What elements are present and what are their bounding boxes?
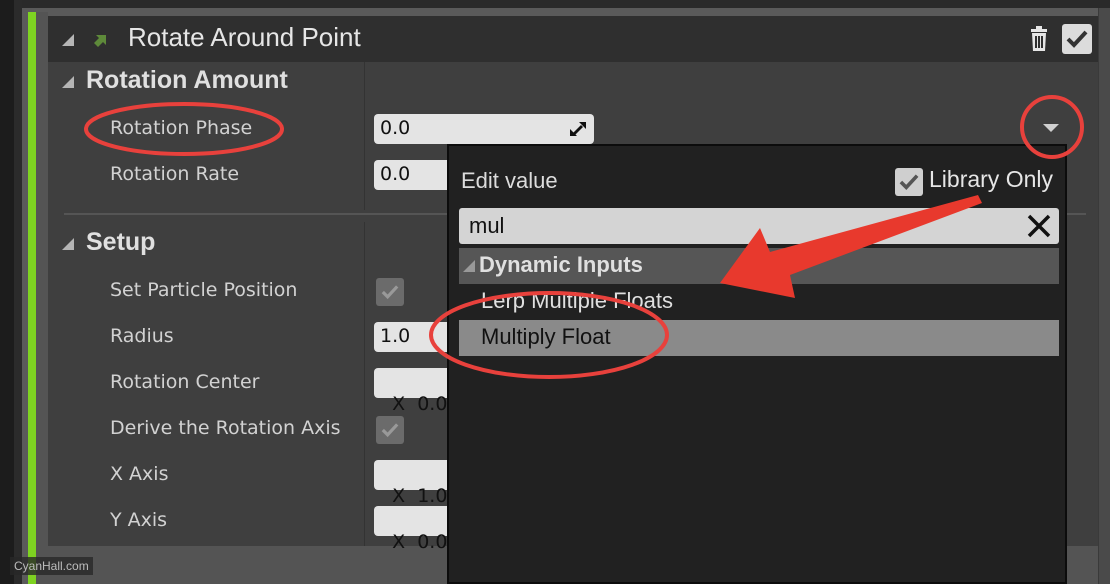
set-particle-position-checkbox[interactable]	[376, 278, 404, 306]
popup-title: Edit value	[461, 168, 558, 193]
scrollbar-track[interactable]	[1098, 8, 1110, 584]
checkmark-icon	[381, 285, 399, 300]
library-only-label[interactable]: Library Only	[929, 166, 1053, 193]
list-item-label: Lerp Multiple Floats	[481, 288, 673, 313]
y-axis-x-value: X 0.0	[392, 531, 448, 553]
library-only-checkbox[interactable]	[895, 168, 923, 196]
list-item-label: Multiply Float	[481, 324, 611, 349]
x-axis-x-value: X 1.0	[392, 485, 448, 507]
watermark: CyanHall.com	[10, 557, 93, 575]
section-title-rotation-amount: Rotation Amount	[86, 66, 288, 94]
rotation-phase-field[interactable]: 0.0	[374, 114, 594, 144]
prop-label-rotation-phase: Rotation Phase	[110, 117, 253, 139]
list-item-multiply-float[interactable]: Multiply Float	[459, 320, 1059, 356]
radius-field[interactable]: 1.0	[374, 322, 454, 352]
search-input[interactable]	[459, 208, 1019, 244]
prop-label-radius: Radius	[110, 325, 174, 347]
prop-label-rotation-center: Rotation Center	[110, 371, 260, 393]
section-title-setup: Setup	[86, 228, 156, 256]
checkmark-icon	[899, 174, 919, 190]
prop-label-y-axis: Y Axis	[110, 509, 168, 531]
prop-label-set-particle-position: Set Particle Position	[110, 279, 298, 301]
clear-search-icon[interactable]	[1025, 212, 1053, 240]
collapse-category-icon[interactable]	[463, 260, 475, 272]
category-dynamic-inputs[interactable]: Dynamic Inputs	[459, 248, 1059, 284]
column-divider	[364, 222, 365, 546]
dynamic-input-dropdown-arrow[interactable]	[1043, 124, 1059, 132]
module-accent-gap	[36, 12, 48, 584]
x-axis-x-field[interactable]: X 1.0	[374, 460, 454, 507]
prop-label-derive-rotation-axis: Derive the Rotation Axis	[110, 417, 341, 439]
prop-label-x-axis: X Axis	[110, 463, 169, 485]
collapse-module-icon[interactable]	[62, 34, 74, 46]
module-accent-bar	[28, 12, 36, 584]
collapse-section-icon[interactable]	[62, 76, 74, 88]
prop-label-rotation-rate: Rotation Rate	[110, 163, 240, 185]
derive-rotation-axis-checkbox[interactable]	[376, 416, 404, 444]
module-header[interactable]: Rotate Around Point	[48, 16, 1098, 62]
collapse-section-icon[interactable]	[62, 238, 74, 250]
trash-icon[interactable]	[1028, 26, 1050, 52]
list-item-lerp-multiple-floats[interactable]: Lerp Multiple Floats	[459, 284, 1059, 320]
resize-handle-icon[interactable]	[570, 122, 586, 136]
module-arrow-icon	[94, 35, 106, 47]
edit-value-popup: Edit value Library Only Dynamic Inputs L…	[447, 144, 1067, 584]
radius-value: 1.0	[380, 325, 411, 347]
module-enable-checkbox[interactable]	[1062, 24, 1092, 54]
module-title: Rotate Around Point	[128, 22, 361, 52]
column-divider	[364, 62, 365, 210]
rotation-center-x-value: X 0.0	[392, 393, 448, 415]
rotation-rate-value: 0.0	[380, 163, 411, 185]
checkmark-icon	[1066, 30, 1088, 48]
category-label: Dynamic Inputs	[479, 252, 643, 277]
checkmark-icon	[381, 423, 399, 438]
outer-left-edge-inner	[14, 0, 22, 584]
y-axis-x-field[interactable]: X 0.0	[374, 506, 454, 553]
rotation-rate-field[interactable]: 0.0	[374, 160, 454, 190]
search-box[interactable]	[459, 208, 1059, 244]
rotation-center-x-field[interactable]: X 0.0	[374, 368, 454, 415]
rotation-phase-value: 0.0	[380, 117, 411, 139]
